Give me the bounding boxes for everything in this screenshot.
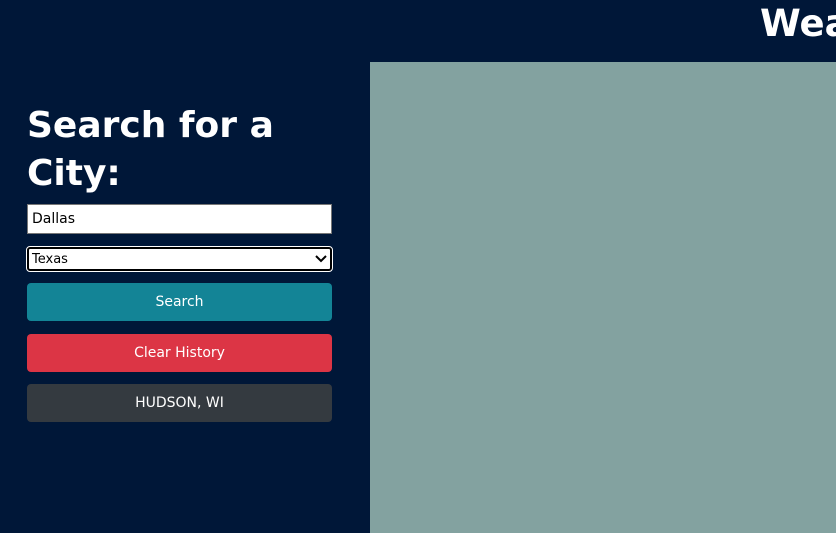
- history-item-button[interactable]: HUDSON, WI: [27, 384, 332, 422]
- search-button[interactable]: Search: [27, 283, 332, 321]
- search-heading: Search for a City:: [27, 105, 274, 194]
- state-select-value: Texas: [32, 251, 68, 267]
- city-input[interactable]: [27, 204, 332, 234]
- weather-panel: [370, 62, 836, 533]
- page: Weather Dashboard Search for a City: Tex…: [0, 0, 836, 533]
- state-select[interactable]: Texas: [26, 246, 333, 272]
- chevron-down-icon: [315, 254, 327, 265]
- page-title: Weather Dashboard: [760, 2, 836, 45]
- search-sidebar: Search for a City: Texas Search Clear Hi…: [0, 62, 370, 533]
- clear-history-button[interactable]: Clear History: [27, 334, 332, 372]
